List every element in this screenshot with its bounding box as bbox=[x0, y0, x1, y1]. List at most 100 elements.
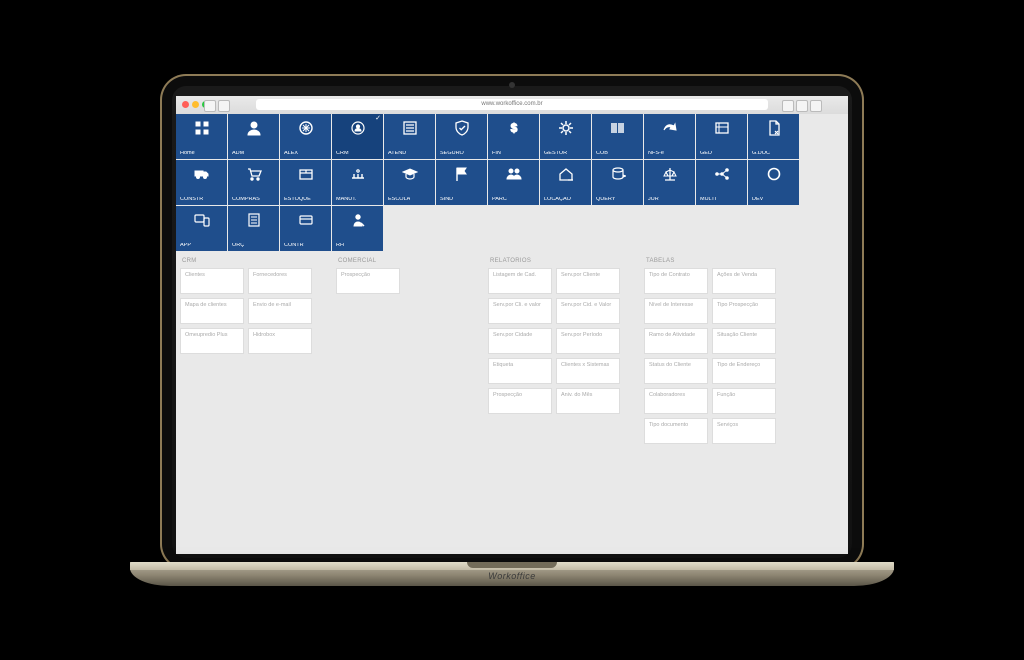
nav-tile-multi[interactable]: MULTI bbox=[696, 160, 747, 205]
nav-tile-estoque[interactable]: ESTOQUE bbox=[280, 160, 331, 205]
nav-tile-nfs-e[interactable]: NFS-e bbox=[644, 114, 695, 159]
menu-card[interactable]: Serv.por Cliente bbox=[556, 268, 620, 294]
tile-label: PARC bbox=[492, 197, 507, 203]
nav-tile-dev[interactable]: DEV bbox=[748, 160, 799, 205]
menu-card[interactable]: Colaboradores bbox=[644, 388, 708, 414]
section-comercial: COMERCIALProspecção bbox=[336, 256, 416, 298]
section-title: RELATORIOS bbox=[490, 258, 634, 264]
nav-tile-atend[interactable]: ATEND bbox=[384, 114, 435, 159]
menu-card[interactable]: Clientes bbox=[180, 268, 244, 294]
nav-back-button[interactable] bbox=[204, 100, 216, 112]
people-icon bbox=[488, 166, 539, 187]
scale-icon bbox=[644, 166, 695, 187]
nav-tile-g-doc[interactable]: G.DOC bbox=[748, 114, 799, 159]
nav-tile-or-[interactable]: ORÇ bbox=[228, 206, 279, 251]
section-cards: ClientesFornecedoresMapa de clientesEnvi… bbox=[180, 268, 328, 358]
section-tabelas: TABELASTipo de ContratoAções de VendaNív… bbox=[644, 256, 792, 448]
submenu-sections: CRMClientesFornecedoresMapa de clientesE… bbox=[176, 252, 848, 448]
menu-card[interactable]: Status do Cliente bbox=[644, 358, 708, 384]
close-window-icon[interactable] bbox=[182, 101, 189, 108]
crm-icon bbox=[332, 120, 383, 141]
menu-card[interactable]: Clientes x Sistemas bbox=[556, 358, 620, 384]
menu-card[interactable]: Tipo de Endereço bbox=[712, 358, 776, 384]
menu-card[interactable]: Tipo de Contrato bbox=[644, 268, 708, 294]
menu-card[interactable]: Aniv. do Mês bbox=[556, 388, 620, 414]
nav-tile-rh[interactable]: RH bbox=[332, 206, 383, 251]
menu-card[interactable]: Serviços bbox=[712, 418, 776, 444]
tile-label: NFS-e bbox=[648, 151, 664, 157]
menu-card[interactable]: Tipo Prospecção bbox=[712, 298, 776, 324]
menu-card[interactable]: Omeupredio Plus bbox=[180, 328, 244, 354]
nav-tile-contr[interactable]: CONTR bbox=[280, 206, 331, 251]
menu-card[interactable]: Prospecção bbox=[488, 388, 552, 414]
tile-label: ESCOLA bbox=[388, 197, 410, 203]
menu-card[interactable]: Serv.por Cid. e Valor bbox=[556, 298, 620, 324]
user-icon bbox=[228, 120, 279, 141]
tabs-button[interactable] bbox=[810, 100, 822, 112]
tile-label: APP bbox=[180, 243, 191, 249]
menu-card[interactable]: Prospecção bbox=[336, 268, 400, 294]
tile-label: RH bbox=[336, 243, 344, 249]
nav-tile-crm[interactable]: ✓CRM bbox=[332, 114, 383, 159]
menu-card[interactable]: Fornecedores bbox=[248, 268, 312, 294]
brain-icon bbox=[280, 120, 331, 141]
tile-label: ORÇ bbox=[232, 243, 244, 249]
doc-icon bbox=[748, 120, 799, 141]
tile-label: G.DOC bbox=[752, 151, 770, 157]
nav-tile-sind[interactable]: SIND bbox=[436, 160, 487, 205]
section-relatorios: RELATORIOS Listagem de Cad.Serv.por Clien… bbox=[488, 256, 636, 418]
minimize-window-icon[interactable] bbox=[192, 101, 199, 108]
menu-card[interactable]: Envio de e-mail bbox=[248, 298, 312, 324]
menu-card[interactable]: Função bbox=[712, 388, 776, 414]
nav-tile-jur[interactable]: JUR bbox=[644, 160, 695, 205]
camera-dot bbox=[509, 82, 515, 88]
nav-tile-home[interactable]: Home bbox=[176, 114, 227, 159]
nav-tile-gestor[interactable]: GESTOR bbox=[540, 114, 591, 159]
menu-card[interactable]: Nível de Interesse bbox=[644, 298, 708, 324]
nav-tile-constr[interactable]: CONSTR bbox=[176, 160, 227, 205]
menu-card[interactable]: Serv.por Período bbox=[556, 328, 620, 354]
nav-tile-cob[interactable]: COB bbox=[592, 114, 643, 159]
nav-tile-query[interactable]: QUERY bbox=[592, 160, 643, 205]
menu-card[interactable]: Situação Cliente bbox=[712, 328, 776, 354]
barcode-icon bbox=[592, 120, 643, 141]
tile-label: SEGURO bbox=[440, 151, 464, 157]
menu-card[interactable]: Serv.por Cidade bbox=[488, 328, 552, 354]
menu-card[interactable]: Mapa de clientes bbox=[180, 298, 244, 324]
menu-card[interactable]: Etiqueta bbox=[488, 358, 552, 384]
shield-icon bbox=[436, 120, 487, 141]
db-icon bbox=[592, 166, 643, 187]
tile-label: Home bbox=[180, 151, 195, 157]
nav-tile-escola[interactable]: ESCOLA bbox=[384, 160, 435, 205]
grid-icon bbox=[176, 120, 227, 141]
nav-tile-parc[interactable]: PARC bbox=[488, 160, 539, 205]
folder-icon bbox=[696, 120, 747, 141]
tile-label: ATEND bbox=[388, 151, 406, 157]
menu-card[interactable]: Listagem de Cad. bbox=[488, 268, 552, 294]
circle-icon bbox=[748, 166, 799, 187]
gear-icon bbox=[540, 120, 591, 141]
devices-icon bbox=[176, 212, 227, 233]
nav-tile-app[interactable]: APP bbox=[176, 206, 227, 251]
nav-tile-ged[interactable]: GED bbox=[696, 114, 747, 159]
nav-tile-loca-o[interactable]: LOCAÇÃO bbox=[540, 160, 591, 205]
nav-tile-adm[interactable]: ADM bbox=[228, 114, 279, 159]
cart-icon bbox=[228, 166, 279, 187]
menu-card[interactable]: Ações de Venda bbox=[712, 268, 776, 294]
laptop-base: Workoffice bbox=[130, 562, 894, 586]
nav-tile-manut-[interactable]: MANUT. bbox=[332, 160, 383, 205]
share-button[interactable] bbox=[782, 100, 794, 112]
menu-card[interactable]: Serv.por Cli. e valor bbox=[488, 298, 552, 324]
reload-button[interactable] bbox=[796, 100, 808, 112]
menu-card[interactable]: Hidrobox bbox=[248, 328, 312, 354]
nav-tile-alex[interactable]: ALEX bbox=[280, 114, 331, 159]
section-crm: CRMClientesFornecedoresMapa de clientesE… bbox=[180, 256, 328, 358]
nav-tile-compras[interactable]: COMPRAS bbox=[228, 160, 279, 205]
nav-tile-seguro[interactable]: SEGURO bbox=[436, 114, 487, 159]
tile-label: LOCAÇÃO bbox=[544, 197, 571, 203]
nav-forward-button[interactable] bbox=[218, 100, 230, 112]
address-bar[interactable]: www.workoffice.com.br bbox=[256, 99, 768, 110]
menu-card[interactable]: Tipo documento bbox=[644, 418, 708, 444]
menu-card[interactable]: Ramo de Atividade bbox=[644, 328, 708, 354]
nav-tile-fin[interactable]: FIN bbox=[488, 114, 539, 159]
